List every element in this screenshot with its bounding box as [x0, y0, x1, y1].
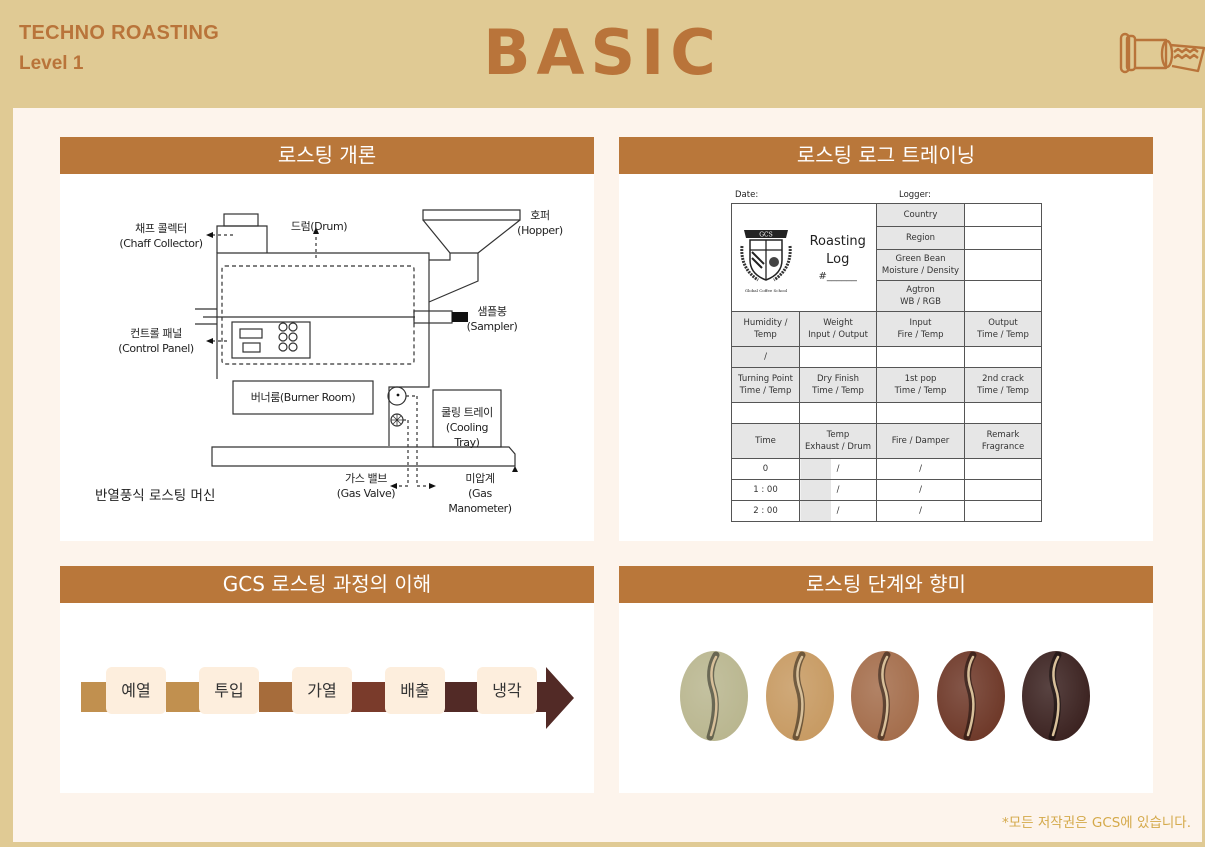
- control-panel-label: 컨트롤 패널 (Control Panel): [118, 327, 194, 355]
- content-panel: 로스팅 개론 채프 콜렉터 (Chaff Collector) 드럼(Drum)…: [13, 108, 1202, 842]
- column-header: Fire / Damper: [876, 423, 965, 459]
- coffee-bean-dark: [1022, 651, 1090, 741]
- second-crack-field[interactable]: [964, 402, 1042, 424]
- dry-finish-field[interactable]: [799, 402, 877, 424]
- column-header: 2nd crack Time / Temp: [964, 367, 1042, 403]
- coffee-bean-medium-dark: [936, 651, 1005, 741]
- info-label: Green Bean Moisture / Density: [876, 249, 965, 281]
- agtron-field[interactable]: [964, 280, 1042, 312]
- hopper-label: 호퍼 (Hopper): [517, 209, 563, 237]
- column-header: Weight Input / Output: [799, 311, 877, 347]
- roaster-diagram: 채프 콜렉터 (Chaff Collector) 드럼(Drum) 호퍼 (Ho…: [60, 174, 594, 541]
- sampler-label: 샘플봉 (Sampler): [466, 305, 518, 333]
- section-title: 로스팅 단계와 향미: [619, 566, 1153, 603]
- column-header: Humidity / Temp: [731, 311, 800, 347]
- roasting-stages-card: 로스팅 단계와 향미: [619, 566, 1153, 793]
- temp-field[interactable]: /: [799, 500, 877, 522]
- info-label: Region: [876, 226, 965, 250]
- weight-field[interactable]: [799, 346, 877, 368]
- process-step-charge: 투입: [199, 667, 259, 714]
- column-header: 1st pop Time / Temp: [876, 367, 965, 403]
- table-row: 1 : 00 / /: [731, 479, 1042, 501]
- roasting-process-card: GCS 로스팅 과정의 이해 예열 투입 가열 배출 냉각: [60, 566, 594, 793]
- coffee-bean-medium: [851, 651, 919, 741]
- country-field[interactable]: [964, 203, 1042, 227]
- region-field[interactable]: [964, 226, 1042, 250]
- roasting-overview-card: 로스팅 개론 채프 콜렉터 (Chaff Collector) 드럼(Drum)…: [60, 137, 594, 541]
- process-step-cooling: 냉각: [477, 667, 537, 714]
- log-number-field[interactable]: #______: [801, 271, 876, 283]
- time-cell: 0: [731, 458, 800, 480]
- section-title: 로스팅 개론: [60, 137, 594, 174]
- time-cell: 1 : 00: [731, 479, 800, 501]
- diagram-caption: 반열풍식 로스팅 머신: [95, 488, 216, 504]
- gcs-logo: GCS Global Coffee School: [731, 203, 800, 312]
- fire-damper-field[interactable]: /: [876, 500, 965, 522]
- copyright-notice: *모든 저작권은 GCS에 있습니다.: [1002, 815, 1191, 831]
- roasting-log-card: 로스팅 로그 트레이닝 Date: Logger: GCS Global Cof…: [619, 137, 1153, 541]
- roasting-log-table: GCS Global Coffee School Roasting Log #_…: [731, 203, 1042, 522]
- svg-text:Global Coffee School: Global Coffee School: [745, 288, 788, 293]
- info-label: Agtron WB / RGB: [876, 280, 965, 312]
- section-title: GCS 로스팅 과정의 이해: [60, 566, 594, 603]
- column-header: Time: [731, 423, 800, 459]
- input-fire-temp-field[interactable]: [876, 346, 965, 368]
- process-step-discharge: 배출: [385, 667, 445, 714]
- column-header: Dry Finish Time / Temp: [799, 367, 877, 403]
- gcs-crest-icon: GCS Global Coffee School: [740, 229, 792, 293]
- temp-field[interactable]: /: [799, 458, 877, 480]
- first-pop-field[interactable]: [876, 402, 965, 424]
- table-row: 2 : 00 / /: [731, 500, 1042, 522]
- burner-room-label: 버너룸(Burner Room): [250, 391, 356, 404]
- logger-label: Logger:: [899, 190, 932, 200]
- cooling-tray-label: 쿨링 트레이 (Cooling Tray): [441, 406, 493, 449]
- column-header: Temp Exhaust / Drum: [799, 423, 877, 459]
- humidity-temp-field[interactable]: /: [731, 346, 800, 368]
- roasting-log-form: Date: Logger: GCS Global Coffee School R…: [731, 189, 1042, 522]
- remark-field[interactable]: [964, 479, 1042, 501]
- column-header: Output Time / Temp: [964, 311, 1042, 347]
- process-step-heating: 가열: [292, 667, 352, 714]
- temp-field[interactable]: /: [799, 479, 877, 501]
- gas-manometer-label: 미압계 (Gas Manometer): [448, 472, 512, 515]
- process-flow: 예열 투입 가열 배출 냉각: [81, 663, 574, 733]
- column-header: Input Fire / Temp: [876, 311, 965, 347]
- info-label: Country: [876, 203, 965, 227]
- section-title: 로스팅 로그 트레이닝: [619, 137, 1153, 174]
- moisture-density-field[interactable]: [964, 249, 1042, 281]
- process-arrow-head-icon: [546, 667, 574, 729]
- fire-damper-field[interactable]: /: [876, 458, 965, 480]
- drum-label: 드럼(Drum): [290, 220, 348, 233]
- table-row: 0 / /: [731, 458, 1042, 480]
- column-header: Remark Fragrance: [964, 423, 1042, 459]
- coffee-bean-stages: [679, 649, 1099, 744]
- time-cell: 2 : 00: [731, 500, 800, 522]
- remark-field[interactable]: [964, 500, 1042, 522]
- date-label: Date:: [735, 190, 759, 200]
- process-step-preheat: 예열: [106, 667, 166, 714]
- output-time-temp-field[interactable]: [964, 346, 1042, 368]
- turning-point-field[interactable]: [731, 402, 800, 424]
- svg-text:GCS: GCS: [759, 231, 773, 238]
- fire-damper-field[interactable]: /: [876, 479, 965, 501]
- gas-valve-label: 가스 밸브 (Gas Valve): [336, 472, 396, 500]
- log-title: Roasting Log #______: [799, 203, 877, 312]
- column-header: Turning Point Time / Temp: [731, 367, 800, 403]
- page-title: BASIC: [483, 16, 722, 89]
- remark-field[interactable]: [964, 458, 1042, 480]
- chaff-collector-cap: [223, 213, 259, 227]
- coffee-bean-light: [765, 651, 834, 741]
- roaster-drum-icon: [1119, 32, 1205, 74]
- chaff-collector-label: 채프 콜렉터 (Chaff Collector): [119, 222, 203, 250]
- coffee-bean-green: [680, 651, 748, 741]
